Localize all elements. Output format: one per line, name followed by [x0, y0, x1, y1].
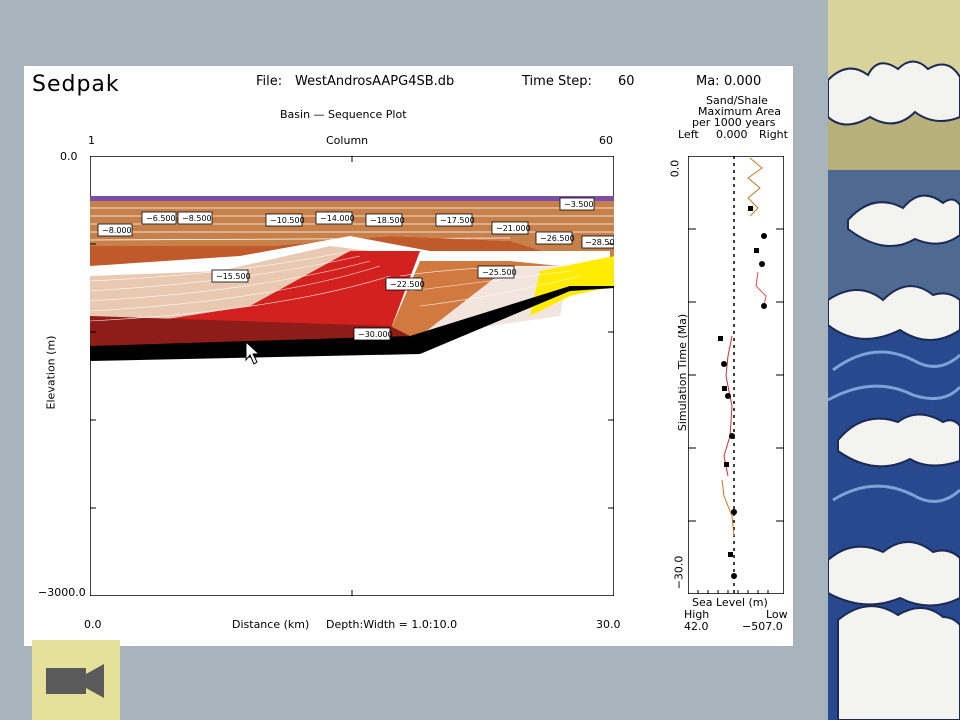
y-axis-label: Elevation (m) — [44, 335, 58, 410]
plot-title: Basin — Sequence Plot — [280, 108, 407, 121]
time-axis-bottom: −30.0 — [672, 555, 686, 590]
sequence-label-text: −21.000 — [496, 224, 531, 233]
ma-label: Ma: — [696, 74, 720, 89]
sequence-label-text: −14.000 — [320, 214, 355, 223]
sand-shale-sea-level-plot — [688, 156, 784, 594]
file-label: File: — [256, 74, 283, 89]
wave-decoration-icon — [828, 60, 960, 720]
sequence-label-text: −3.500 — [564, 200, 594, 209]
sea-level-high-value: 42.0 — [684, 620, 709, 633]
ratio-label: Depth:Width = 1.0:10.0 — [326, 618, 458, 631]
sequence-label-text: −17.500 — [440, 216, 475, 225]
video-button[interactable] — [32, 640, 120, 720]
sequence-label-text: −8.000 — [102, 226, 132, 235]
x-axis-end: 30.0 — [596, 618, 621, 631]
x-axis-label: Distance (km) — [232, 618, 310, 631]
basin-sequence-plot: −3.500 −6.500 −8.500 −8.000 −10.500 −14.… — [90, 156, 614, 596]
decorative-wave-strip — [828, 0, 960, 720]
sea-level-low-value: −507.0 — [742, 620, 783, 633]
file-name: WestAndrosAAPG4SB.db — [295, 74, 455, 89]
sequence-label-text: −22.500 — [390, 280, 425, 289]
sidebar-rate-value: 0.000 — [716, 128, 748, 141]
sequence-label-text: −26.500 — [540, 234, 575, 243]
time-step-value: 60 — [618, 74, 635, 89]
sequence-label-text: −8.500 — [182, 214, 212, 223]
video-camera-icon — [46, 664, 104, 698]
column-label: Column — [326, 134, 369, 147]
app-name: Sedpak — [32, 72, 120, 97]
sequence-label-text: −25.500 — [482, 268, 517, 277]
sequence-label-text: −18.500 — [370, 216, 405, 225]
sequence-label-text: −15.500 — [216, 272, 251, 281]
sedpak-window: Sedpak File: WestAndrosAAPG4SB.db Time S… — [24, 66, 793, 646]
column-start: 1 — [88, 134, 95, 147]
y-axis-top: 0.0 — [60, 150, 78, 163]
sequence-label-text: −10.500 — [270, 216, 305, 225]
sequence-label-text: −28.500 — [585, 238, 614, 247]
sidebar-left-label: Left — [678, 128, 699, 141]
x-axis-start: 0.0 — [84, 618, 102, 631]
y-axis-bottom: −3000.0 — [38, 586, 86, 599]
column-end: 60 — [599, 134, 613, 147]
sidebar-right-label: Right — [759, 128, 788, 141]
time-axis-top: 0.0 — [668, 159, 682, 178]
time-step-label: Time Step: — [522, 74, 592, 89]
ma-value: 0.000 — [724, 74, 762, 89]
sequence-label-text: −30.000 — [358, 330, 393, 339]
sequence-label-text: −6.500 — [146, 214, 176, 223]
